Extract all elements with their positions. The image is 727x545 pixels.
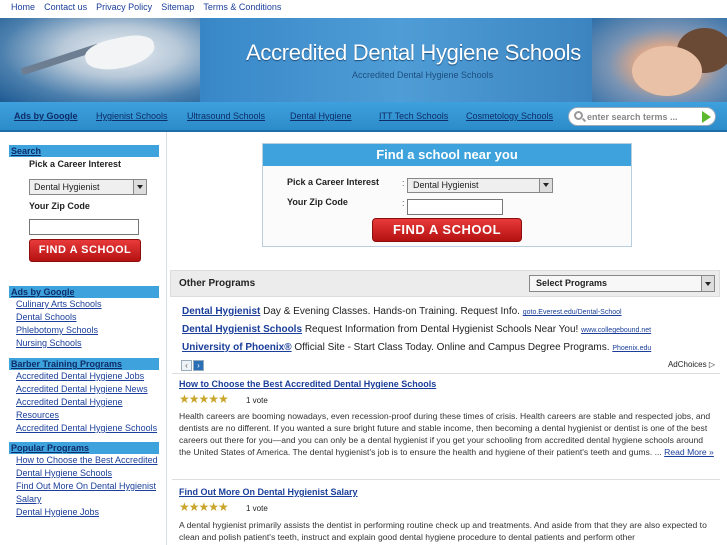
ad-url-link[interactable]: www.collegebound.net <box>581 327 651 334</box>
panel-career-label: Pick a Career Interest <box>287 177 380 187</box>
sidebar-search-head: Search <box>9 145 159 157</box>
ad-title-link[interactable]: Dental Hygienist Schools <box>182 324 302 335</box>
sidebar-ads-list: Culinary Arts Schools Dental Schools Phl… <box>9 298 159 350</box>
sidebar-zip-field[interactable] <box>29 219 139 235</box>
search-input[interactable]: enter search terms ... <box>568 107 716 126</box>
sidebar-ads-head: Ads by Google <box>9 286 159 298</box>
sidebar-link[interactable]: Accredited Dental Hygiene Jobs <box>16 370 159 383</box>
chevron-right-icon[interactable]: › <box>193 360 204 371</box>
menu-ads-by-google[interactable]: Ads by Google <box>14 111 78 121</box>
ad-pagination: ‹ › <box>181 359 205 371</box>
dental-photo-left <box>0 18 200 102</box>
article-title-link[interactable]: Find Out More On Dental Hygienist Salary <box>179 487 358 497</box>
sidebar-link[interactable]: Dental Hygiene Jobs <box>16 506 159 519</box>
vote-count: 1 vote <box>246 396 268 405</box>
site-subtitle: Accredited Dental Hygiene Schools <box>352 70 494 80</box>
panel-career-select[interactable]: Dental Hygienist <box>407 178 553 193</box>
panel-zip-field[interactable] <box>407 199 503 215</box>
sidebar-link[interactable]: Culinary Arts Schools <box>16 298 159 311</box>
star-rating[interactable]: ★★★★★ <box>179 500 229 514</box>
sidebar-barber-head: Barber Training Programs <box>9 358 159 370</box>
menu-dental-hygiene[interactable]: Dental Hygiene <box>290 111 352 121</box>
sidebar-link[interactable]: How to Choose the Best Accredited Dental… <box>16 454 159 480</box>
sidebar-zip-label: Your Zip Code <box>29 201 90 211</box>
divider-line <box>172 373 720 374</box>
sidebar-popular-head: Popular Programs <box>9 442 159 454</box>
read-more-link[interactable]: Read More » <box>664 447 714 457</box>
menu-ultrasound-schools[interactable]: Ultrasound Schools <box>187 111 265 121</box>
search-placeholder: enter search terms ... <box>587 112 678 122</box>
find-school-panel: Find a school near you Pick a Career Int… <box>262 143 632 247</box>
star-rating[interactable]: ★★★★★ <box>179 392 229 406</box>
vote-count: 1 vote <box>246 504 268 513</box>
divider-line <box>172 479 720 480</box>
sidebar-career-select[interactable]: Dental Hygienist <box>29 179 147 195</box>
other-programs-label: Other Programs <box>179 278 256 289</box>
programs-select[interactable]: Select Programs <box>529 275 715 292</box>
chevron-down-icon <box>539 179 552 192</box>
sidebar-popular-list: How to Choose the Best Accredited Dental… <box>9 454 159 519</box>
article-excerpt: Health careers are booming nowadays, eve… <box>179 411 714 457</box>
column-divider <box>166 132 167 545</box>
nav-home-link[interactable]: Home <box>11 2 35 12</box>
chevron-down-icon <box>701 276 714 291</box>
article-title-link[interactable]: How to Choose the Best Accredited Dental… <box>179 379 436 389</box>
sidebar-link[interactable]: Accredited Dental Hygiene Schools <box>16 422 159 435</box>
google-ads-block: Dental Hygienist Day & Evening Classes. … <box>176 300 721 372</box>
adchoices-link[interactable]: AdChoices ▷ <box>668 360 715 369</box>
dental-photo-right <box>592 18 727 102</box>
ad-url-link[interactable]: Phoenix.edu <box>612 345 651 352</box>
search-icon <box>574 111 583 120</box>
ad-item: Dental Hygienist Day & Evening Classes. … <box>182 306 622 317</box>
ad-title-link[interactable]: University of Phoenix® <box>182 342 292 353</box>
sidebar-link[interactable]: Phlebotomy Schools <box>16 324 159 337</box>
article-excerpt: A dental hygienist primarily assists the… <box>179 520 707 542</box>
other-programs-bar: Other Programs Select Programs <box>170 270 720 297</box>
top-nav: Home Contact us Privacy Policy Sitemap T… <box>0 0 727 18</box>
sidebar-link[interactable]: Accredited Dental Hygiene Resources <box>16 396 159 422</box>
panel-find-school-button[interactable]: FIND A SCHOOL <box>372 218 522 242</box>
menu-cosmetology-schools[interactable]: Cosmetology Schools <box>466 111 553 121</box>
arrow-right-icon[interactable] <box>702 111 711 123</box>
sidebar-barber-list: Accredited Dental Hygiene Jobs Accredite… <box>9 370 159 435</box>
sidebar-find-school-button[interactable]: FIND A SCHOOL <box>29 239 141 262</box>
ad-url-link[interactable]: goto.Everest.edu/Dental-School <box>523 309 622 316</box>
ad-item: Dental Hygienist Schools Request Informa… <box>182 324 652 335</box>
nav-sitemap-link[interactable]: Sitemap <box>161 2 194 12</box>
sidebar-link[interactable]: Find Out More On Dental Hygienist Salary <box>16 480 159 506</box>
chevron-down-icon <box>133 180 146 194</box>
chevron-left-icon[interactable]: ‹ <box>181 360 192 371</box>
ad-item: University of Phoenix® Official Site - S… <box>182 342 652 353</box>
sidebar-link[interactable]: Dental Schools <box>16 311 159 324</box>
sidebar-career-label: Pick a Career Interest <box>29 159 122 169</box>
nav-privacy-link[interactable]: Privacy Policy <box>96 2 152 12</box>
site-title[interactable]: Accredited Dental Hygiene Schools <box>246 40 581 66</box>
left-sidebar: Search Pick a Career Interest Dental Hyg… <box>9 145 159 519</box>
header-banner: Accredited Dental Hygiene Schools Accred… <box>0 18 727 102</box>
panel-title: Find a school near you <box>263 144 631 166</box>
sidebar-link[interactable]: Nursing Schools <box>16 337 159 350</box>
nav-terms-link[interactable]: Terms & Conditions <box>203 2 281 12</box>
menu-itt-tech-schools[interactable]: ITT Tech Schools <box>379 111 448 121</box>
panel-zip-label: Your Zip Code <box>287 197 348 207</box>
menu-hygienist-schools[interactable]: Hygienist Schools <box>96 111 168 121</box>
sidebar-link[interactable]: Accredited Dental Hygiene News <box>16 383 159 396</box>
ad-title-link[interactable]: Dental Hygienist <box>182 306 260 317</box>
nav-contact-link[interactable]: Contact us <box>44 2 87 12</box>
